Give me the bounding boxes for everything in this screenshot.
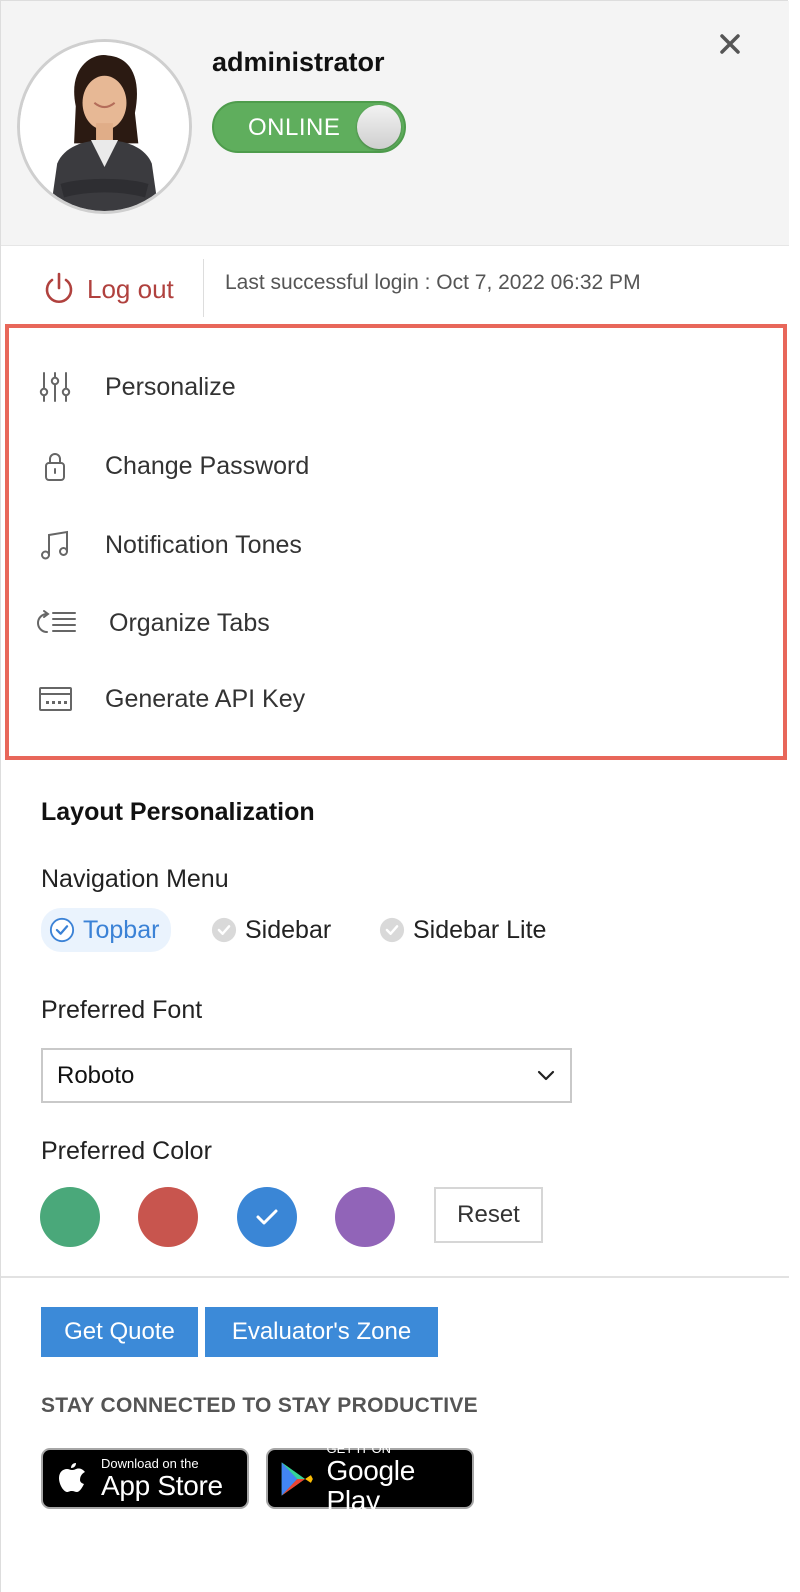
profile-panel: administrator ONLINE Log out Last succes…	[0, 0, 789, 1592]
chevron-down-icon	[537, 1070, 555, 1080]
toggle-knob	[357, 105, 401, 149]
evaluators-zone-button[interactable]: Evaluator's Zone	[205, 1307, 438, 1357]
color-swatch-blue[interactable]	[237, 1187, 297, 1247]
nav-option-topbar[interactable]: Topbar	[41, 908, 172, 952]
reorder-list-icon	[37, 605, 77, 641]
nav-option-label: Sidebar	[245, 915, 332, 944]
user-avatar-image	[20, 42, 189, 211]
menu-item-label: Change Password	[105, 451, 310, 480]
font-select[interactable]: Roboto	[41, 1048, 572, 1103]
check-circle-icon	[211, 917, 237, 943]
nav-option-label: Sidebar Lite	[413, 915, 547, 944]
app-store-big-text: App Store	[101, 1469, 223, 1501]
menu-item-notification-tones[interactable]: Notification Tones	[37, 523, 302, 567]
google-play-small-text: GET IT ON	[326, 1440, 392, 1456]
check-circle-icon	[49, 917, 75, 943]
status-label: ONLINE	[248, 114, 341, 141]
reset-button[interactable]: Reset	[434, 1187, 543, 1243]
music-note-icon	[37, 527, 73, 563]
power-icon	[45, 272, 73, 303]
sliders-icon	[37, 369, 73, 405]
checkmark-icon	[256, 1209, 278, 1225]
status-toggle[interactable]: ONLINE	[212, 101, 406, 153]
menu-item-personalize[interactable]: Personalize	[37, 365, 236, 409]
apple-icon	[59, 1462, 85, 1492]
preferred-color-label: Preferred Color	[41, 1137, 212, 1165]
google-play-big-text: Google Play	[326, 1454, 416, 1516]
section-title: Layout Personalization	[41, 798, 315, 826]
menu-item-change-password[interactable]: Change Password	[37, 444, 309, 488]
username: administrator	[212, 47, 385, 77]
app-store-small-text: Download on the	[101, 1455, 199, 1471]
font-select-value: Roboto	[57, 1061, 135, 1089]
color-swatch-green[interactable]	[40, 1187, 100, 1247]
avatar	[17, 39, 192, 214]
nav-option-label: Topbar	[83, 915, 160, 944]
divider	[1, 1276, 789, 1278]
check-circle-icon	[379, 917, 405, 943]
lock-icon	[37, 448, 73, 484]
last-login-text: Last successful login : Oct 7, 2022 06:3…	[225, 271, 641, 294]
navigation-menu-label: Navigation Menu	[41, 865, 229, 893]
google-play-icon	[281, 1461, 313, 1496]
logout-label: Log out	[87, 273, 174, 304]
google-play-badge[interactable]: GET IT ON Google Play	[266, 1441, 474, 1515]
menu-item-generate-api-key[interactable]: Generate API Key	[37, 677, 305, 721]
preferred-font-label: Preferred Font	[41, 996, 203, 1024]
divider	[203, 259, 204, 317]
get-quote-button[interactable]: Get Quote	[41, 1307, 198, 1357]
close-icon	[720, 34, 740, 54]
menu-item-label: Notification Tones	[105, 530, 302, 559]
menu-item-organize-tabs[interactable]: Organize Tabs	[37, 601, 270, 645]
menu-item-label: Generate API Key	[105, 684, 306, 713]
close-button[interactable]	[713, 27, 747, 61]
nav-option-sidebar[interactable]: Sidebar	[211, 908, 331, 952]
menu-item-label: Personalize	[105, 372, 236, 401]
color-swatch-purple[interactable]	[335, 1187, 395, 1247]
logout-button[interactable]: Log out	[41, 271, 174, 307]
app-store-badge[interactable]: Download on the App Store	[41, 1448, 249, 1509]
nav-option-sidebar-lite[interactable]: Sidebar Lite	[379, 908, 546, 952]
color-swatch-red[interactable]	[138, 1187, 198, 1247]
menu-item-label: Organize Tabs	[109, 608, 270, 637]
api-key-icon	[37, 681, 73, 717]
stay-connected-heading: STAY CONNECTED TO STAY PRODUCTIVE	[41, 1394, 478, 1417]
